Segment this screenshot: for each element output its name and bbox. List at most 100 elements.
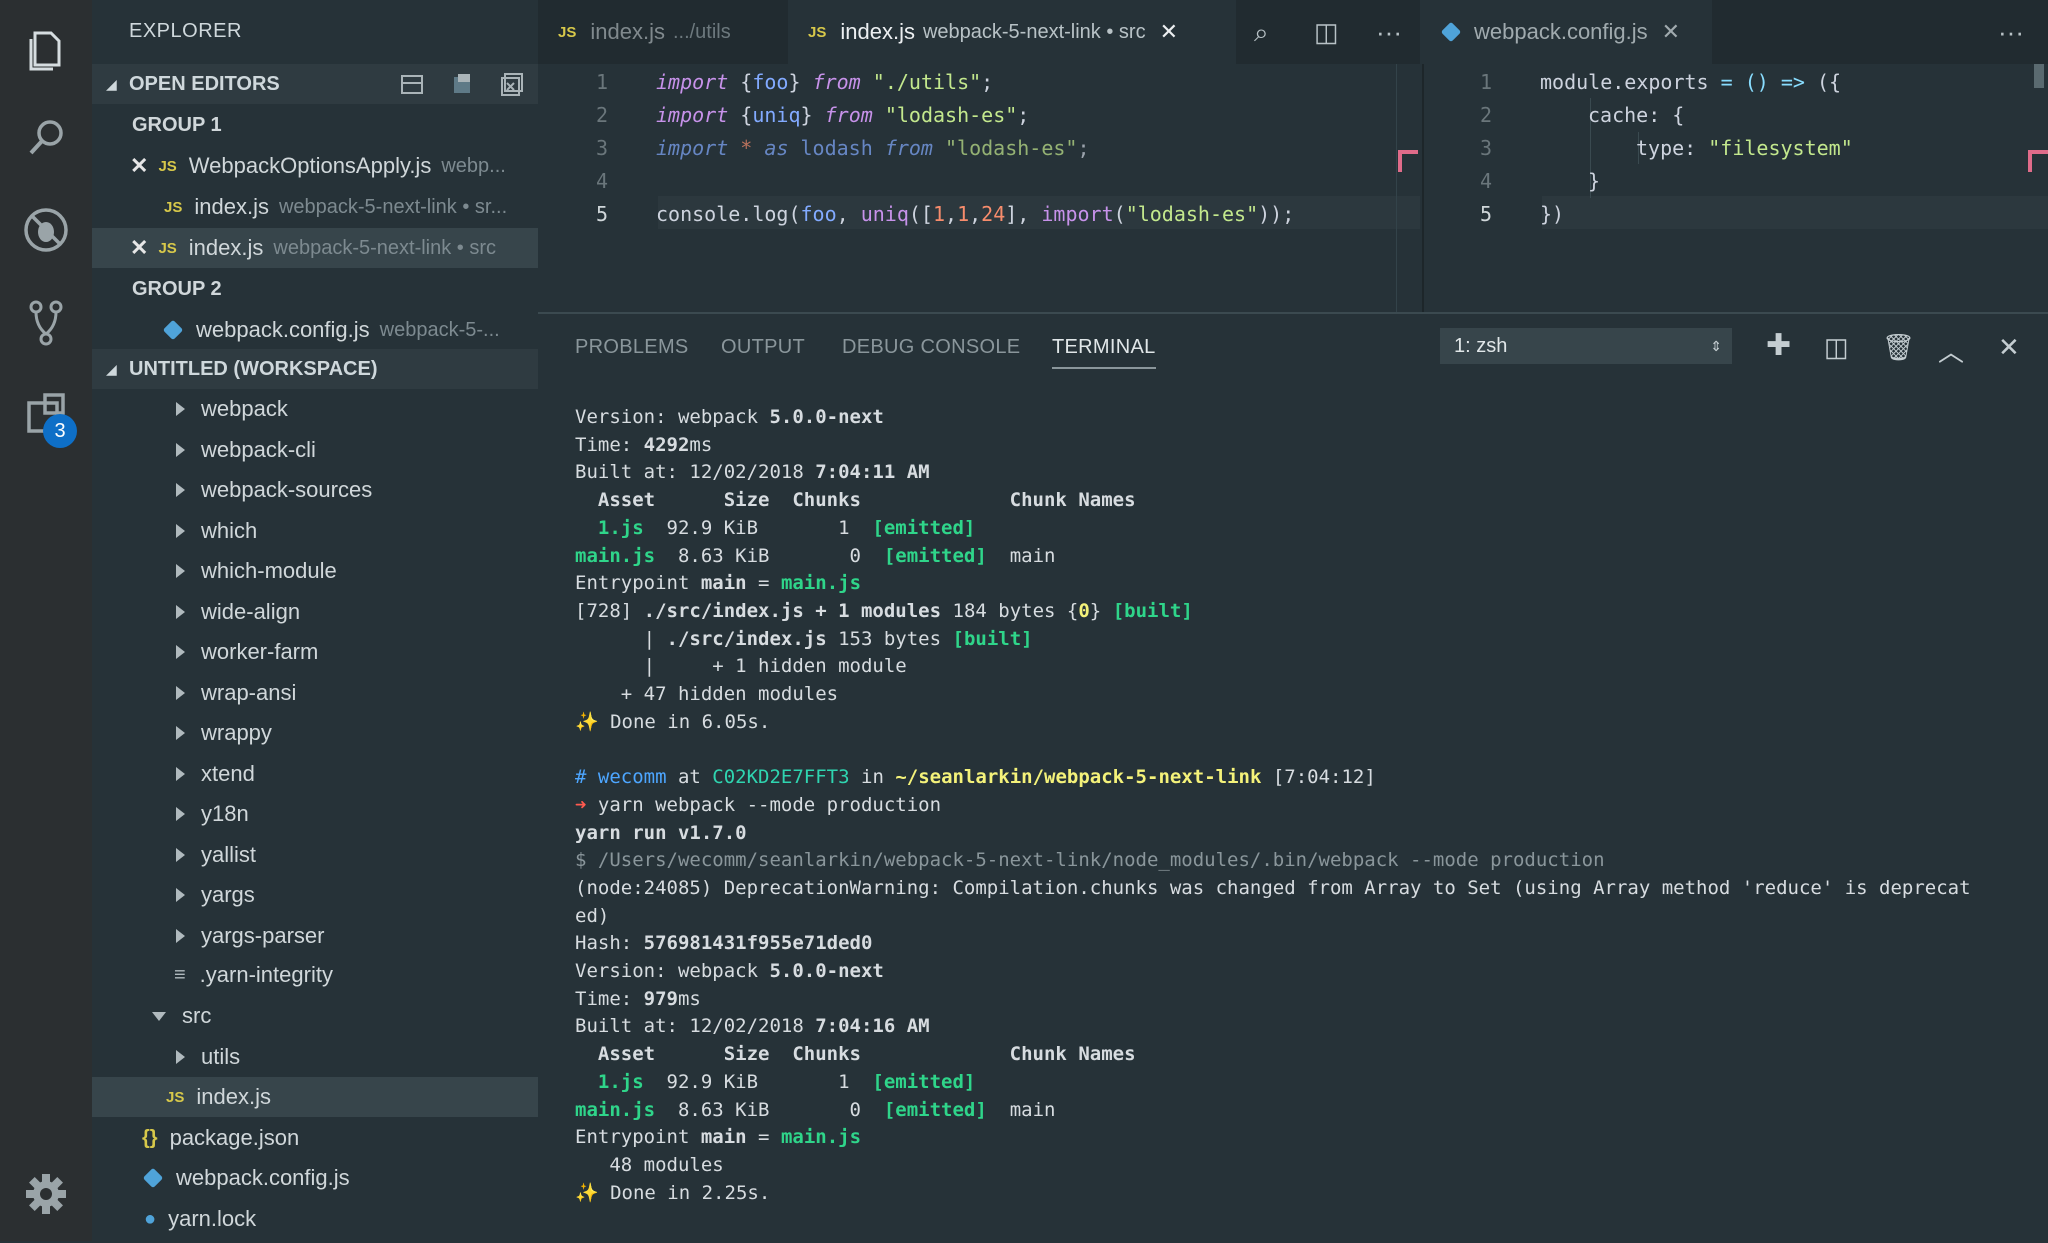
new-untitled-file-icon[interactable] <box>398 70 426 98</box>
line-number: 2 <box>595 103 608 127</box>
tree-folder-which-module[interactable]: which-module <box>92 551 538 591</box>
tab-debug-console[interactable]: DEBUG CONSOLE <box>842 336 1020 359</box>
tree-folder-worker-farm[interactable]: worker-farm <box>92 632 538 672</box>
sparkles-icon: ✨ <box>575 1181 599 1204</box>
open-editor-item[interactable]: webpack.config.js webpack-5-... <box>92 310 538 350</box>
extensions-badge: 3 <box>43 414 77 448</box>
tab-webpack-config[interactable]: webpack.config.js ✕ <box>1422 0 1712 64</box>
tree-folder-yargs-parser[interactable]: yargs-parser <box>92 916 538 956</box>
chevron-up-icon[interactable]: ︿ <box>1938 332 1964 369</box>
tree-item-label: webpack <box>201 396 288 421</box>
close-tab-icon[interactable]: ✕ <box>1160 19 1178 45</box>
tree-item-package-json[interactable]: {} package.json <box>92 1118 538 1158</box>
open-editor-item[interactable]: ✕ JS WebpackOptionsApply.js webp... <box>92 146 538 186</box>
tab-terminal[interactable]: TERMINAL <box>1052 336 1156 369</box>
tree-item-yarn-integrity[interactable]: ≡ .yarn-integrity <box>92 955 538 995</box>
tree-folder-utils[interactable]: utils <box>92 1037 538 1077</box>
tree-folder-yargs[interactable]: yargs <box>92 875 538 915</box>
tab-index-utils[interactable]: JS index.js .../utils <box>538 0 786 64</box>
tree-folder-src[interactable]: src <box>92 996 538 1036</box>
terminal-output[interactable]: Version: webpack 5.0.0-next Time: 4292ms… <box>575 404 1971 1207</box>
trash-icon[interactable]: 🗑 <box>1882 332 1915 363</box>
more-actions-icon[interactable]: ··· <box>1998 17 2024 48</box>
line-number: 1 <box>595 70 608 94</box>
explorer-sidebar: EXPLORER ◢ OPEN EDITORS GROUP 1 ✕ JS Web… <box>92 0 538 1241</box>
tree-item-label: yargs-parser <box>201 922 325 948</box>
open-editors-section[interactable]: ◢ OPEN EDITORS <box>92 64 538 104</box>
line-number: 4 <box>1479 169 1492 193</box>
line-number: 3 <box>1479 136 1492 160</box>
tree-item-label: webpack-cli <box>201 436 316 462</box>
code-editor-index-js[interactable]: 1 2 3 4 5 import {foo} from "./utils"; i… <box>538 64 1420 312</box>
tree-item-label: xtend <box>201 760 255 786</box>
chevron-right-icon <box>176 645 185 659</box>
chevron-right-icon <box>176 766 185 781</box>
tree-folder-webpack-sources[interactable]: webpack-sources <box>92 470 538 510</box>
tree-folder-wrap-ansi[interactable]: wrap-ansi <box>92 673 538 713</box>
scrollbar-thumb[interactable] <box>2034 64 2044 88</box>
tree-folder-which[interactable]: which <box>92 511 538 551</box>
minimap-marker <box>2028 150 2032 172</box>
extensions-icon[interactable] <box>0 368 92 460</box>
search-icon[interactable] <box>0 92 92 184</box>
tree-item-label: y18n <box>201 801 249 826</box>
chevron-right-icon <box>176 928 185 943</box>
tree-item-index-js[interactable]: JS index.js <box>92 1077 538 1117</box>
tree-folder-y18n[interactable]: y18n <box>92 794 538 834</box>
tab-index-src[interactable]: JS index.js webpack-5-next-link • src ✕ <box>788 0 1236 64</box>
webpack-cube-icon <box>142 1167 164 1189</box>
text-file-icon: ≡ <box>174 963 186 986</box>
tree-folder-webpack[interactable]: webpack <box>92 389 538 429</box>
chevron-right-icon <box>176 888 185 902</box>
tree-folder-webpack-cli[interactable]: webpack-cli <box>92 430 538 470</box>
plus-icon[interactable]: ✚ <box>1766 328 1791 363</box>
tree-item-yarn-lock[interactable]: ● yarn.lock <box>92 1199 538 1239</box>
settings-gear-icon[interactable] <box>22 1170 70 1218</box>
collapse-icon: ◢ <box>106 75 117 92</box>
terminal-select[interactable]: 1: zsh ⇕ <box>1440 328 1732 364</box>
code-line-3: type: "filesystem" <box>1636 136 1853 160</box>
close-tab-icon[interactable]: ✕ <box>1662 19 1680 45</box>
sparkles-icon: ✨ <box>575 710 599 733</box>
tree-folder-xtend[interactable]: xtend <box>92 754 538 794</box>
code-line-3: import * as lodash from "lodash-es"; <box>656 136 1090 160</box>
tree-folder-wrappy[interactable]: wrappy <box>92 713 538 753</box>
chevron-right-icon <box>176 523 185 538</box>
chevron-right-icon <box>176 726 185 740</box>
chevron-right-icon <box>176 564 185 578</box>
explorer-icon[interactable] <box>0 4 92 96</box>
tree-folder-yallist[interactable]: yallist <box>92 835 538 875</box>
json-file-icon: {} <box>142 1126 158 1149</box>
close-icon[interactable]: ✕ <box>130 235 148 261</box>
open-changes-icon[interactable]: ⌕ <box>1254 17 1269 49</box>
current-line-highlight <box>1542 196 2048 229</box>
code-editor-webpack-config[interactable]: 1 2 3 4 5 module.exports = () => ({ cach… <box>1422 64 2048 312</box>
open-editor-item[interactable]: JS index.js webpack-5-next-link • sr... <box>92 187 538 227</box>
workspace-section[interactable]: ◢ UNTITLED (WORKSPACE) <box>92 349 538 389</box>
tab-problems[interactable]: PROBLEMS <box>575 336 689 359</box>
close-panel-icon[interactable]: ✕ <box>1998 332 2020 363</box>
close-all-icon[interactable] <box>498 70 526 98</box>
chevron-down-icon <box>152 1011 166 1021</box>
scrollbar-divider <box>1396 64 1397 312</box>
save-all-icon[interactable] <box>448 70 476 98</box>
tree-item-label: wrap-ansi <box>201 679 297 705</box>
split-terminal-icon[interactable]: ◫ <box>1824 332 1849 363</box>
tree-item-webpack-config[interactable]: webpack.config.js <box>92 1158 538 1198</box>
source-control-icon[interactable] <box>0 276 92 368</box>
webpack-cube-icon <box>1440 21 1462 43</box>
tree-item-label: wrappy <box>201 720 272 745</box>
debug-icon[interactable] <box>0 184 92 276</box>
minimap-marker <box>1398 150 1402 172</box>
collapse-icon: ◢ <box>106 360 117 377</box>
split-editor-icon[interactable]: ◫ <box>1314 17 1339 48</box>
chevron-right-icon <box>176 847 185 862</box>
close-icon[interactable]: ✕ <box>130 153 148 179</box>
tab-output[interactable]: OUTPUT <box>721 336 805 359</box>
more-actions-icon[interactable]: ··· <box>1376 17 1402 48</box>
open-editor-item-selected[interactable]: ✕ JS index.js webpack-5-next-link • src <box>92 228 538 268</box>
tree-folder-wide-align[interactable]: wide-align <box>92 592 538 632</box>
javascript-file-icon: JS <box>158 157 177 175</box>
code-line-4: } <box>1588 169 1601 193</box>
line-number: 2 <box>1479 103 1492 127</box>
